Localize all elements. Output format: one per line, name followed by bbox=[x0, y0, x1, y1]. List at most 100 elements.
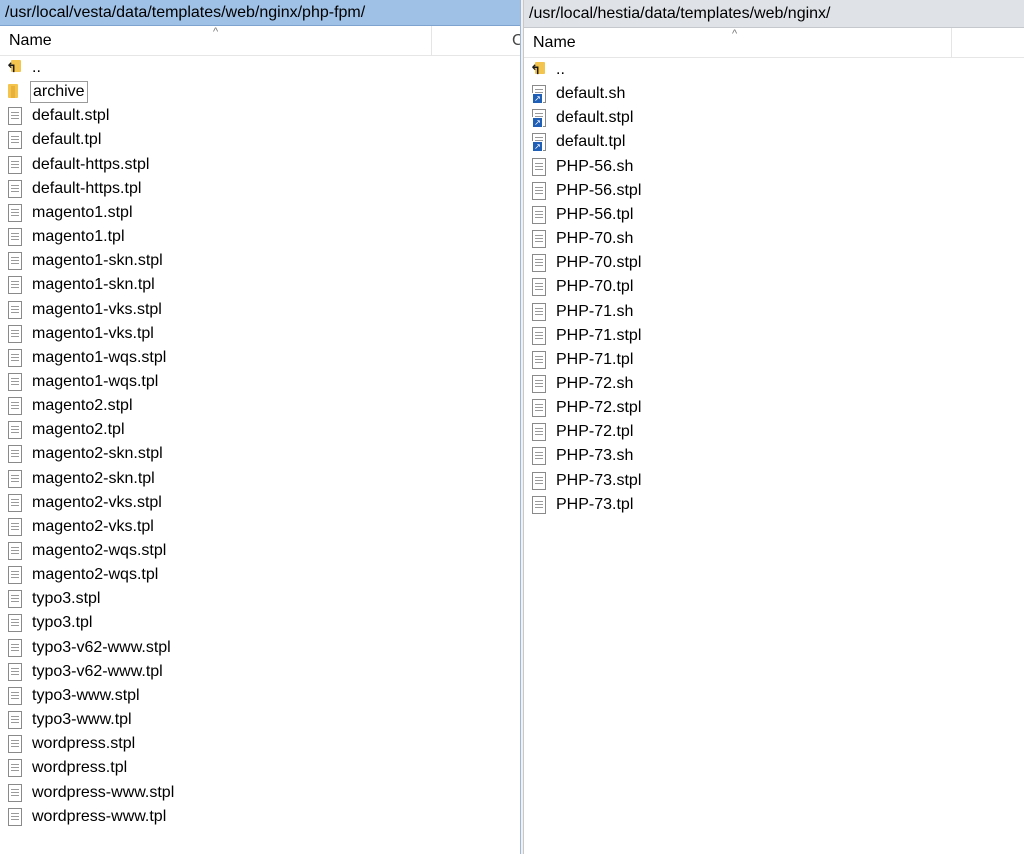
file-row[interactable]: magento2-wqs.tpl bbox=[8, 563, 160, 587]
file-row[interactable]: typo3-v62-www.stpl bbox=[8, 636, 173, 660]
file-row[interactable]: PHP-71.sh bbox=[532, 300, 635, 324]
file-row[interactable]: wordpress-www.stpl bbox=[8, 781, 176, 805]
file-name-label: magento2-vks.stpl bbox=[32, 493, 162, 511]
document-icon bbox=[8, 372, 22, 391]
name-column-header[interactable]: Name bbox=[9, 32, 52, 50]
file-row[interactable]: default-https.stpl bbox=[8, 153, 151, 177]
file-row[interactable]: magento2-vks.stpl bbox=[8, 491, 164, 515]
document-icon bbox=[532, 157, 546, 176]
document-icon bbox=[8, 276, 22, 295]
file-row[interactable]: PHP-73.tpl bbox=[532, 493, 635, 517]
file-row[interactable]: PHP-70.tpl bbox=[532, 275, 635, 299]
file-row[interactable]: typo3-www.tpl bbox=[8, 708, 134, 732]
file-name-label: magento1-vks.tpl bbox=[32, 324, 154, 342]
file-row[interactable]: PHP-72.stpl bbox=[532, 396, 643, 420]
file-row[interactable]: magento2-vks.tpl bbox=[8, 515, 156, 539]
file-row[interactable]: magento2-skn.tpl bbox=[8, 467, 157, 491]
file-name-label: PHP-73.sh bbox=[556, 447, 634, 465]
next-column-header[interactable]: C bbox=[512, 32, 520, 50]
file-name-label: wordpress-www.tpl bbox=[32, 807, 167, 825]
file-row[interactable]: PHP-56.sh bbox=[532, 155, 635, 179]
file-row[interactable]: PHP-73.sh bbox=[532, 444, 635, 468]
file-name-label: PHP-70.stpl bbox=[556, 254, 642, 272]
file-name-label: typo3-www.tpl bbox=[32, 711, 132, 729]
file-row[interactable]: PHP-71.stpl bbox=[532, 324, 643, 348]
folder-row[interactable]: .. bbox=[530, 58, 567, 82]
file-row[interactable]: magento1-vks.stpl bbox=[8, 298, 164, 322]
document-icon bbox=[532, 230, 546, 249]
file-name-label: typo3-www.stpl bbox=[32, 686, 140, 704]
file-row[interactable]: magento2.stpl bbox=[8, 394, 135, 418]
file-row[interactable]: default.stpl bbox=[8, 104, 111, 128]
file-row[interactable]: PHP-70.stpl bbox=[532, 251, 643, 275]
file-row[interactable]: default-https.tpl bbox=[8, 177, 143, 201]
file-name-label: magento1-skn.stpl bbox=[32, 252, 163, 270]
document-icon bbox=[8, 228, 22, 247]
document-icon bbox=[532, 326, 546, 345]
file-row[interactable]: default.stpl bbox=[532, 106, 635, 130]
file-row[interactable]: magento1-wqs.stpl bbox=[8, 346, 168, 370]
file-name-label: default-https.tpl bbox=[32, 179, 142, 197]
file-row[interactable]: magento1-wqs.tpl bbox=[8, 370, 160, 394]
name-column-header[interactable]: Name bbox=[533, 34, 576, 52]
file-name-label: wordpress-www.stpl bbox=[32, 783, 175, 801]
file-row[interactable]: magento2-skn.stpl bbox=[8, 442, 165, 466]
file-row[interactable]: magento1.stpl bbox=[8, 201, 135, 225]
file-row[interactable]: typo3.stpl bbox=[8, 587, 102, 611]
document-icon bbox=[8, 759, 22, 778]
file-name-label: PHP-71.tpl bbox=[556, 350, 634, 368]
file-row[interactable]: typo3.tpl bbox=[8, 611, 94, 635]
document-icon bbox=[8, 131, 22, 150]
file-row[interactable]: PHP-72.tpl bbox=[532, 420, 635, 444]
file-row[interactable]: typo3-www.stpl bbox=[8, 684, 142, 708]
file-row[interactable]: PHP-71.tpl bbox=[532, 348, 635, 372]
column-separator[interactable] bbox=[951, 28, 952, 58]
file-row[interactable]: PHP-72.sh bbox=[532, 372, 635, 396]
file-row[interactable]: magento2.tpl bbox=[8, 418, 127, 442]
file-row[interactable]: magento1-vks.tpl bbox=[8, 322, 156, 346]
folder-row[interactable]: .. bbox=[6, 56, 43, 80]
sort-ascending-icon: ^ bbox=[213, 26, 219, 38]
document-icon bbox=[8, 807, 22, 826]
parent-directory-icon bbox=[6, 60, 22, 78]
shortcut-document-icon bbox=[532, 109, 546, 129]
document-icon bbox=[532, 181, 546, 200]
file-name-label: typo3-v62-www.stpl bbox=[32, 638, 171, 656]
file-row[interactable]: magento1-skn.stpl bbox=[8, 249, 165, 273]
file-row[interactable]: typo3-v62-www.tpl bbox=[8, 660, 165, 684]
file-row[interactable]: PHP-56.tpl bbox=[532, 203, 635, 227]
document-icon bbox=[8, 469, 22, 488]
file-name-label: default.sh bbox=[556, 85, 626, 103]
document-icon bbox=[8, 542, 22, 560]
document-icon bbox=[532, 471, 546, 490]
file-row[interactable]: default.sh bbox=[532, 82, 627, 106]
file-name-label: default-https.stpl bbox=[32, 155, 150, 173]
file-name-label: PHP-70.sh bbox=[556, 230, 634, 248]
file-name-label: wordpress.tpl bbox=[32, 759, 128, 777]
right-path-bar[interactable]: /usr/local/hestia/data/templates/web/ngi… bbox=[524, 0, 1024, 28]
file-row[interactable]: wordpress.stpl bbox=[8, 732, 137, 756]
file-name-label: magento2-skn.stpl bbox=[32, 445, 163, 463]
file-row[interactable]: default.tpl bbox=[532, 130, 627, 154]
document-icon bbox=[532, 399, 546, 418]
folder-row[interactable]: archive bbox=[8, 80, 88, 104]
right-file-pane: /usr/local/hestia/data/templates/web/ngi… bbox=[524, 0, 1024, 854]
file-name-label: PHP-72.stpl bbox=[556, 399, 642, 417]
file-row[interactable]: wordpress.tpl bbox=[8, 756, 129, 780]
file-name-label: default.stpl bbox=[556, 109, 634, 127]
file-row[interactable]: default.tpl bbox=[8, 128, 103, 152]
file-row[interactable]: magento1-skn.tpl bbox=[8, 273, 157, 297]
file-name-label: archive bbox=[30, 81, 88, 104]
file-row[interactable]: magento1.tpl bbox=[8, 225, 127, 249]
file-row[interactable]: PHP-73.stpl bbox=[532, 469, 643, 493]
file-row[interactable]: PHP-70.sh bbox=[532, 227, 635, 251]
file-row[interactable]: magento2-wqs.stpl bbox=[8, 539, 168, 563]
file-row[interactable]: PHP-56.stpl bbox=[532, 179, 643, 203]
document-icon bbox=[8, 324, 22, 343]
left-path-bar[interactable]: /usr/local/vesta/data/templates/web/ngin… bbox=[0, 0, 520, 26]
document-icon bbox=[8, 252, 22, 271]
sort-ascending-icon: ^ bbox=[732, 28, 738, 40]
column-separator[interactable] bbox=[431, 26, 432, 56]
file-name-label: wordpress.stpl bbox=[32, 735, 136, 753]
file-row[interactable]: wordpress-www.tpl bbox=[8, 805, 168, 829]
